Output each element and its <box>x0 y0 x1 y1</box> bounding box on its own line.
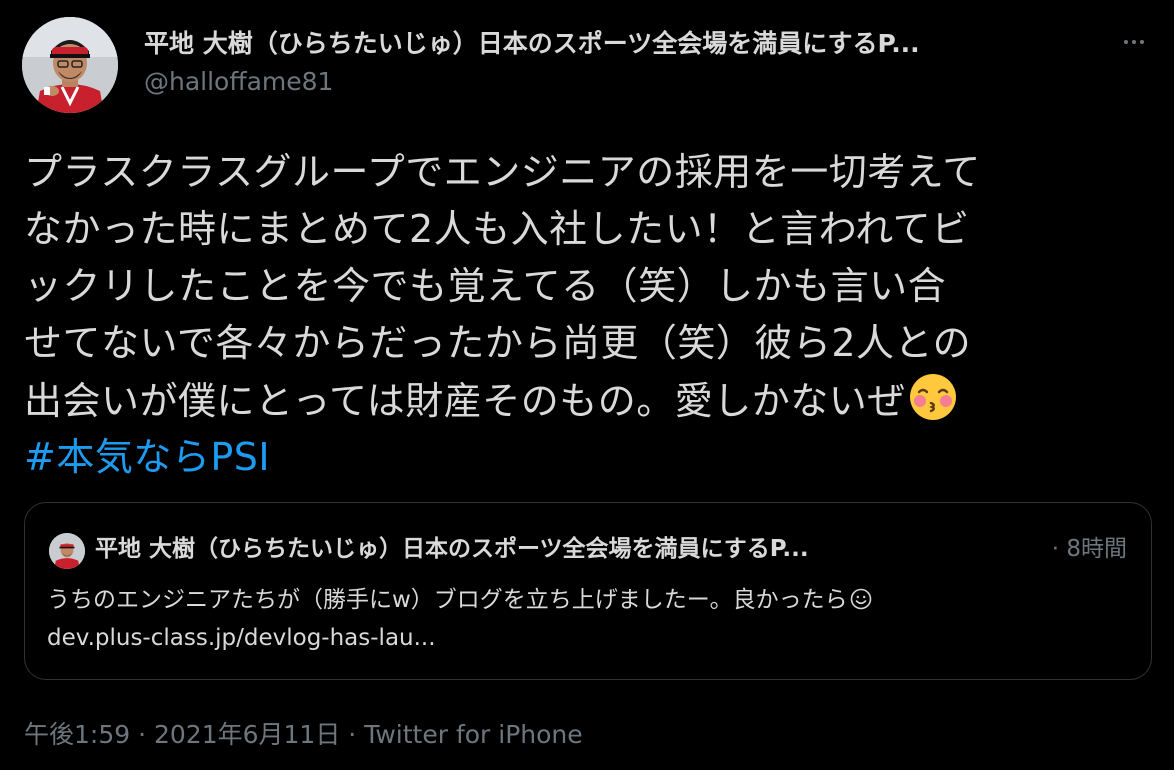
tweet-date[interactable]: 2021年6月11日 <box>154 720 340 749</box>
tweet-time[interactable]: 午後1:59 <box>24 720 130 749</box>
author-handle[interactable]: @halloffame81 <box>144 66 333 98</box>
author-name[interactable]: 平地 大樹（ひらちたいじゅ）日本のスポーツ全会場を満員にするP... <box>144 28 1074 60</box>
tweet: 平地 大樹（ひらちたいじゅ）日本のスポーツ全会場を満員にするP... @hall… <box>0 0 1174 770</box>
quoted-link: dev.plus-class.jp/devlog-has-lau... <box>47 625 436 651</box>
quoted-author-avatar <box>49 533 85 569</box>
tweet-text-line-last: 出会いが僕にとっては財産そのもの。愛しかないぜ <box>24 372 1152 429</box>
quoted-text-content: うちのエンジニアたちが（勝手にw）ブログを立ち上げましたー。良かったら <box>47 587 848 613</box>
tweet-text-line: 出会いが僕にとっては財産そのもの。愛しかないぜ <box>24 379 906 423</box>
smiling-face-icon <box>850 584 872 610</box>
tweet-text: プラスクラスグループでエンジニアの採用を一切考えて なかった時にまとめて2人も入… <box>24 144 1152 486</box>
tweet-text-line: プラスクラスグループでエンジニアの採用を一切考えて <box>24 150 981 194</box>
tweet-source[interactable]: Twitter for iPhone <box>364 720 582 749</box>
more-horizontal-icon <box>1124 40 1128 44</box>
tweet-text-line: ックリしたことを今でも覚えてる（笑）しかも言い合 <box>24 264 947 308</box>
quoted-tweet-card[interactable]: 平地 大樹（ひらちたいじゅ）日本のスポーツ全会場を満員にするP... · 8時間… <box>24 502 1152 680</box>
quoted-tweet-text: うちのエンジニアたちが（勝手にw）ブログを立ち上げましたー。良かったら dev.… <box>47 581 1127 657</box>
more-dot <box>1132 40 1136 44</box>
hashtag-link[interactable]: #本気ならPSI <box>24 429 1152 486</box>
tweet-meta: 午後1:59 · 2021年6月11日 · Twitter for iPhone <box>24 718 583 752</box>
quoted-text-line: うちのエンジニアたちが（勝手にw）ブログを立ち上げましたー。良かったら <box>47 581 1127 619</box>
meta-separator: · <box>138 720 147 749</box>
tweet-text-line: せてないで各々からだったから尚更（笑）彼ら2人との <box>24 321 972 365</box>
author-avatar[interactable] <box>22 17 118 113</box>
tweet-text-line: なかった時にまとめて2人も入社したい！と言われてビ <box>24 207 970 251</box>
quoted-author-name: 平地 大樹（ひらちたいじゅ）日本のスポーツ全会場を満員にするP... <box>95 536 809 562</box>
quoted-tweet-time: · 8時間 <box>1051 536 1127 562</box>
kissing-face-with-closed-eyes-icon <box>908 372 958 422</box>
more-button[interactable] <box>1116 30 1152 54</box>
more-dot <box>1140 40 1144 44</box>
meta-separator: · <box>348 720 357 749</box>
